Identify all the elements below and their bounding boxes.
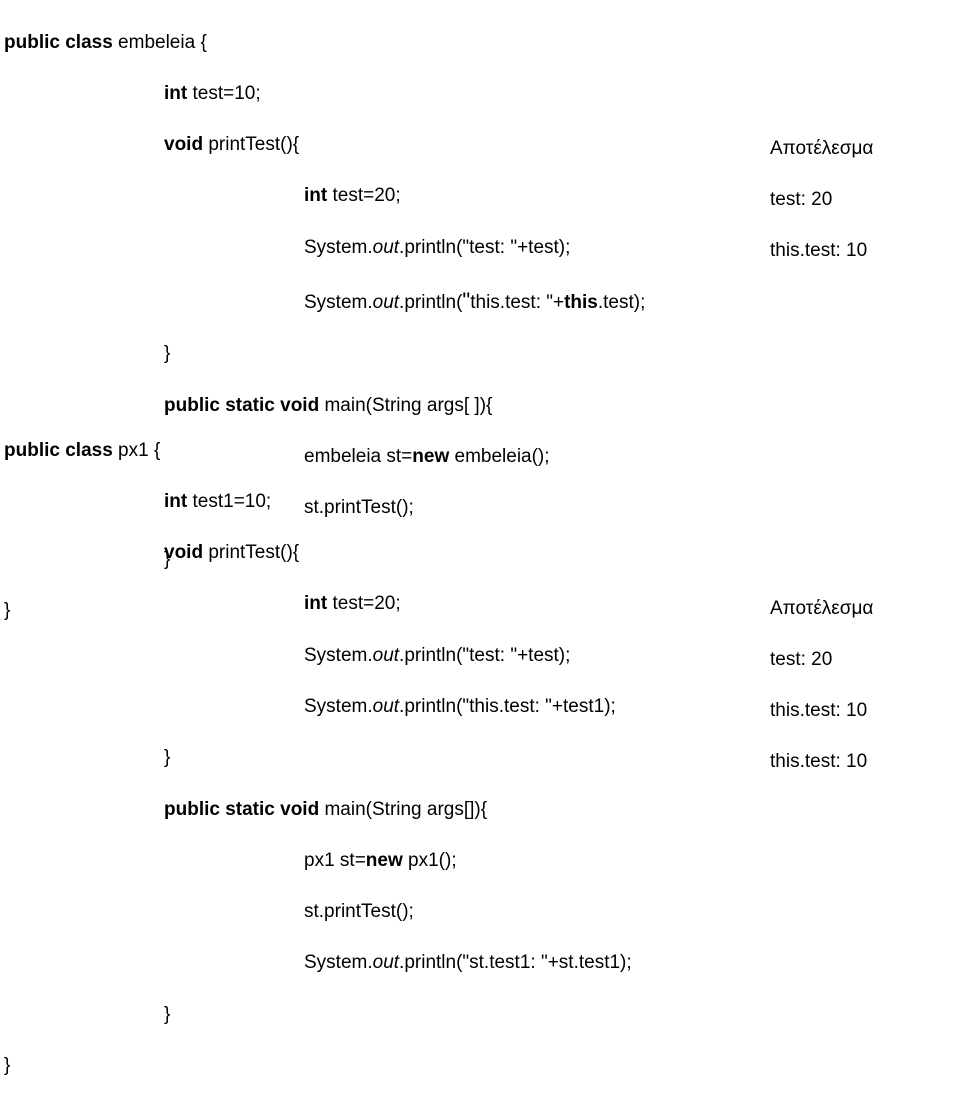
- brace: }: [164, 1004, 170, 1025]
- out: out: [373, 952, 399, 973]
- kw-new: new: [366, 850, 403, 871]
- result-block-2: Αποτέλεσμα test: 20 this.test: 10 this.t…: [770, 570, 873, 801]
- kw-void: void: [164, 134, 203, 155]
- stmt: .test);: [598, 292, 646, 313]
- stmt: st.printTest();: [304, 901, 414, 922]
- result-block-1: Αποτέλεσμα test: 20 this.test: 10: [770, 110, 873, 289]
- decl: test1=10;: [187, 491, 271, 512]
- stmt: px1();: [403, 850, 457, 871]
- kw-void: void: [164, 542, 203, 563]
- kw-psvm: public static void: [164, 799, 319, 820]
- decl: test=10;: [187, 83, 260, 104]
- stmt: System.: [304, 237, 373, 258]
- stmt: .println("test: "+test);: [399, 237, 570, 258]
- decl: test=20;: [327, 593, 400, 614]
- stmt: .println("test: "+test);: [399, 645, 570, 666]
- stmt: .println(: [399, 292, 462, 313]
- result-line: this.test: 10: [770, 698, 873, 724]
- stmt: System.: [304, 696, 373, 717]
- result-line: test: 20: [770, 647, 873, 673]
- result-title: Αποτέλεσμα: [770, 136, 873, 162]
- result-line: this.test: 10: [770, 238, 873, 264]
- stmt: px1 st=: [304, 850, 366, 871]
- stmt: .println("this.test: "+test1);: [399, 696, 616, 717]
- kw-int: int: [164, 83, 187, 104]
- result-title: Αποτέλεσμα: [770, 596, 873, 622]
- class-name: embeleia {: [113, 32, 207, 53]
- out: out: [373, 696, 399, 717]
- stmt: System.: [304, 952, 373, 973]
- decl: test=20;: [327, 185, 400, 206]
- kw-public-class: public class: [4, 440, 113, 461]
- main-sig: main(String args[]){: [319, 799, 487, 820]
- result-line: this.test: 10: [770, 749, 873, 775]
- out: out: [373, 645, 399, 666]
- method-sig: printTest(){: [203, 542, 299, 563]
- stmt: this.test: "+: [470, 292, 564, 313]
- method-sig: printTest(){: [203, 134, 299, 155]
- code-block-2: public class px1 { int test1=10; void pr…: [4, 412, 632, 1104]
- out: out: [373, 237, 399, 258]
- class-name: px1 {: [113, 440, 161, 461]
- out: out: [373, 292, 399, 313]
- result-line: test: 20: [770, 187, 873, 213]
- kw-int: int: [164, 491, 187, 512]
- kw-public-class: public class: [4, 32, 113, 53]
- brace: }: [4, 1055, 10, 1076]
- kw-int: int: [304, 185, 327, 206]
- stmt: .println("st.test1: "+st.test1);: [399, 952, 632, 973]
- kw-int: int: [304, 593, 327, 614]
- stmt: System.: [304, 645, 373, 666]
- stmt: System.: [304, 292, 373, 313]
- brace: }: [164, 343, 170, 364]
- kw-this: this: [564, 292, 598, 313]
